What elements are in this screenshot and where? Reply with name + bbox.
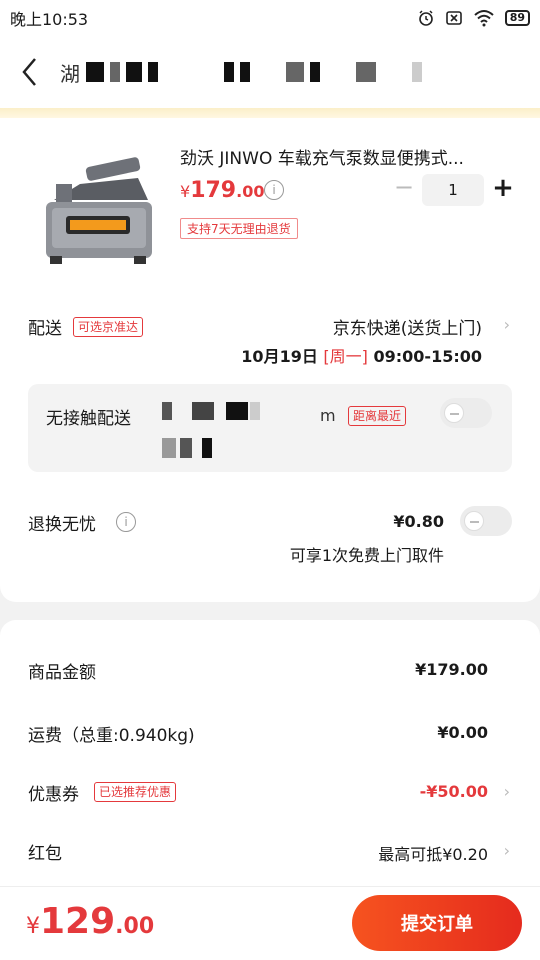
price-integer: 179 <box>190 178 237 203</box>
distance-unit: m <box>320 406 336 425</box>
sim-off-icon <box>445 11 462 25</box>
goods-amount-label: 商品金额 <box>28 663 96 683</box>
wifi-icon <box>474 10 494 27</box>
total-integer: 129 <box>40 901 116 942</box>
redacted-block <box>110 62 120 82</box>
redacted-block <box>162 438 176 458</box>
delivery-chevron-icon[interactable]: › <box>504 315 510 334</box>
battery-level: 89 <box>504 10 530 26</box>
redacted-block <box>356 62 376 82</box>
redacted-block <box>162 402 172 420</box>
shipping-fee-value: ¥0.00 <box>437 723 488 742</box>
delivery-hours: 09:00-15:00 <box>373 347 483 366</box>
coupon-chevron-icon[interactable]: › <box>504 782 510 801</box>
alarm-icon <box>418 10 433 26</box>
redacted-block <box>86 62 104 82</box>
return-service-price: ¥0.80 <box>393 512 444 531</box>
total-currency: ¥ <box>26 914 40 939</box>
status-icons: 89 <box>417 9 530 27</box>
delivery-method[interactable]: 京东快递(送货上门) <box>333 314 482 339</box>
red-packet-value[interactable]: 最高可抵¥0.20 <box>378 841 488 865</box>
price-decimal: .00 <box>236 182 265 201</box>
coupon-value[interactable]: -¥50.00 <box>420 782 488 801</box>
header-divider <box>0 108 540 118</box>
redacted-block <box>202 438 212 458</box>
redacted-block <box>286 62 304 82</box>
redacted-block <box>192 402 214 420</box>
toggle-knob <box>464 511 484 531</box>
page-title-text: 湖 <box>60 61 80 86</box>
redacted-block <box>224 62 234 82</box>
price-summary-card: 商品金额 ¥179.00 运费（总重:0.940kg) ¥0.00 优惠券 已选… <box>0 620 540 890</box>
toggle-knob <box>444 403 464 423</box>
redacted-block <box>250 402 260 420</box>
quantity-increase-button[interactable]: + <box>490 174 516 204</box>
redacted-block <box>310 62 320 82</box>
product-title[interactable]: 劲沃 JINWO 车载充气泵数显便携式... <box>180 144 520 169</box>
coupon-tag: 已选推荐优惠 <box>94 782 177 802</box>
return-service-desc: 可享1次免费上门取件 <box>289 546 444 565</box>
delivery-time[interactable]: 10月19日 [周一] 09:00-15:00 <box>241 343 482 367</box>
checkout-bar: ¥ 129 .00 提交订单 <box>0 886 540 960</box>
return-service-toggle[interactable] <box>460 506 512 536</box>
total-price: ¥ 129 .00 <box>26 901 154 942</box>
chevron-left-icon <box>22 58 36 86</box>
delivery-label: 配送 <box>28 319 62 339</box>
total-decimal: .00 <box>115 914 155 939</box>
contactless-delivery-box: 无接触配送 m 距离最近 <box>28 384 512 472</box>
submit-order-button[interactable]: 提交订单 <box>352 895 522 951</box>
delivery-date: 10月19日 <box>241 347 318 366</box>
order-card: 劲沃 JINWO 车载充气泵数显便携式... ¥ 179 .00 i − 1 +… <box>0 118 540 602</box>
red-packet-label: 红包 <box>28 844 62 864</box>
nearest-tag: 距离最近 <box>348 406 407 426</box>
delivery-weekday: [周一] <box>323 347 368 366</box>
redacted-block <box>148 62 158 82</box>
status-bar: 晚上10:53 89 <box>0 0 540 36</box>
shipping-fee-label: 运费（总重:0.940kg) <box>28 726 195 746</box>
nav-bar: 湖 <box>0 36 540 108</box>
redacted-block <box>226 402 248 420</box>
goods-amount-value: ¥179.00 <box>415 660 488 679</box>
price-info-icon[interactable]: i <box>264 180 284 200</box>
contactless-label: 无接触配送 <box>46 409 131 429</box>
return-policy-tag: 支持7天无理由退货 <box>180 218 298 239</box>
redacted-block <box>126 62 142 82</box>
redacted-block <box>412 62 422 82</box>
product-price: ¥ 179 .00 <box>180 178 264 203</box>
back-button[interactable] <box>0 36 60 108</box>
redacted-block <box>180 438 192 458</box>
coupon-label: 优惠券 <box>28 785 79 805</box>
page-title: 湖 <box>60 58 422 87</box>
redacted-block <box>240 62 250 82</box>
quantity-input[interactable]: 1 <box>422 174 484 206</box>
return-info-icon[interactable]: i <box>116 512 136 532</box>
delivery-option-tag: 可选京准达 <box>73 317 144 337</box>
status-time: 晚上10:53 <box>10 10 89 29</box>
quantity-decrease-button[interactable]: − <box>392 175 416 200</box>
red-packet-chevron-icon[interactable]: › <box>504 841 510 860</box>
price-currency: ¥ <box>180 182 191 201</box>
product-image[interactable] <box>26 144 164 282</box>
contactless-toggle[interactable] <box>440 398 492 428</box>
return-service-label: 退换无忧 <box>28 515 96 535</box>
